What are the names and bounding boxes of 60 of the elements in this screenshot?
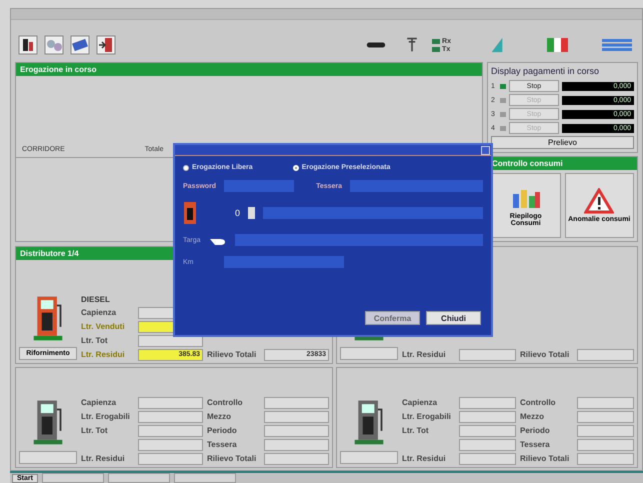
exit-icon[interactable]: [95, 34, 117, 56]
plate-field[interactable]: [234, 234, 483, 246]
refuel-button[interactable]: [340, 451, 398, 464]
field-label: Ltr. Tot: [81, 426, 109, 435]
prelievo-button[interactable]: Prelievo: [491, 136, 634, 149]
field-label: Mezzo: [207, 412, 232, 421]
field-label: Ltr. Residui: [402, 454, 447, 463]
spinner-control[interactable]: [248, 207, 256, 219]
field-label: Capienza: [402, 398, 438, 407]
product-name: DIESEL: [81, 295, 111, 304]
field-label: Controllo: [207, 398, 244, 407]
quantity-value: 0: [235, 208, 240, 218]
value-field: [577, 410, 634, 422]
indicator-light: [432, 38, 440, 44]
km-field[interactable]: [224, 256, 344, 268]
value-field: [264, 452, 329, 464]
field-label: Ltr. Tot: [402, 426, 430, 435]
refuel-button[interactable]: [19, 451, 77, 464]
value-field: [577, 452, 634, 464]
panel-title: Display pagamenti in corso: [491, 66, 600, 78]
value-field: [577, 348, 634, 360]
field-label: Periodo: [520, 426, 551, 435]
indicator-light: [432, 46, 440, 52]
field-label: Ltr. Erogabili: [81, 412, 131, 421]
value-field: [264, 396, 329, 408]
taskbar-item[interactable]: [108, 473, 170, 483]
value-field: [577, 424, 634, 436]
value-field: [264, 424, 329, 436]
field-label: Mezzo: [520, 412, 545, 421]
panel-header: Erogazione in corso: [16, 63, 482, 76]
value-field: [577, 396, 634, 408]
field-label: Ltr. Erogabili: [402, 412, 452, 421]
card-field[interactable]: [350, 180, 483, 192]
field-label: Capienza: [81, 398, 118, 407]
field-label: Rilievo Totali: [520, 350, 570, 359]
field-label: Ltr. Tot: [81, 336, 109, 345]
field-label: Periodo: [207, 426, 238, 435]
password-field[interactable]: [224, 180, 294, 192]
card-icon[interactable]: [69, 34, 91, 56]
value-field: [264, 410, 329, 422]
flag-icon[interactable]: [547, 38, 568, 52]
field-label: Tessera: [207, 440, 238, 449]
field-label: Rilievo Totali: [207, 454, 258, 463]
logo-icon: [602, 39, 632, 51]
field-label: Tessera: [520, 440, 551, 449]
field-label: Rilievo Totali: [207, 350, 258, 359]
value-field: [264, 438, 329, 450]
taskbar-item[interactable]: [174, 473, 236, 483]
field-label: Rilievo Totali: [520, 454, 570, 463]
dialog-button[interactable]: Chiudi: [426, 311, 481, 325]
value-field: [577, 438, 634, 450]
field-label: Capienza: [81, 308, 118, 317]
field-label: Ltr. Residui: [402, 350, 447, 359]
field-label: Ltr. Residui: [81, 350, 126, 359]
refuel-button[interactable]: [340, 347, 398, 360]
taskbar-item[interactable]: [42, 473, 104, 483]
warning-icon: [584, 188, 614, 214]
field-label: Controllo: [520, 398, 557, 407]
field-label: Ltr. Venduti: [81, 322, 126, 331]
field-label: Ltr. Residui: [81, 454, 126, 463]
